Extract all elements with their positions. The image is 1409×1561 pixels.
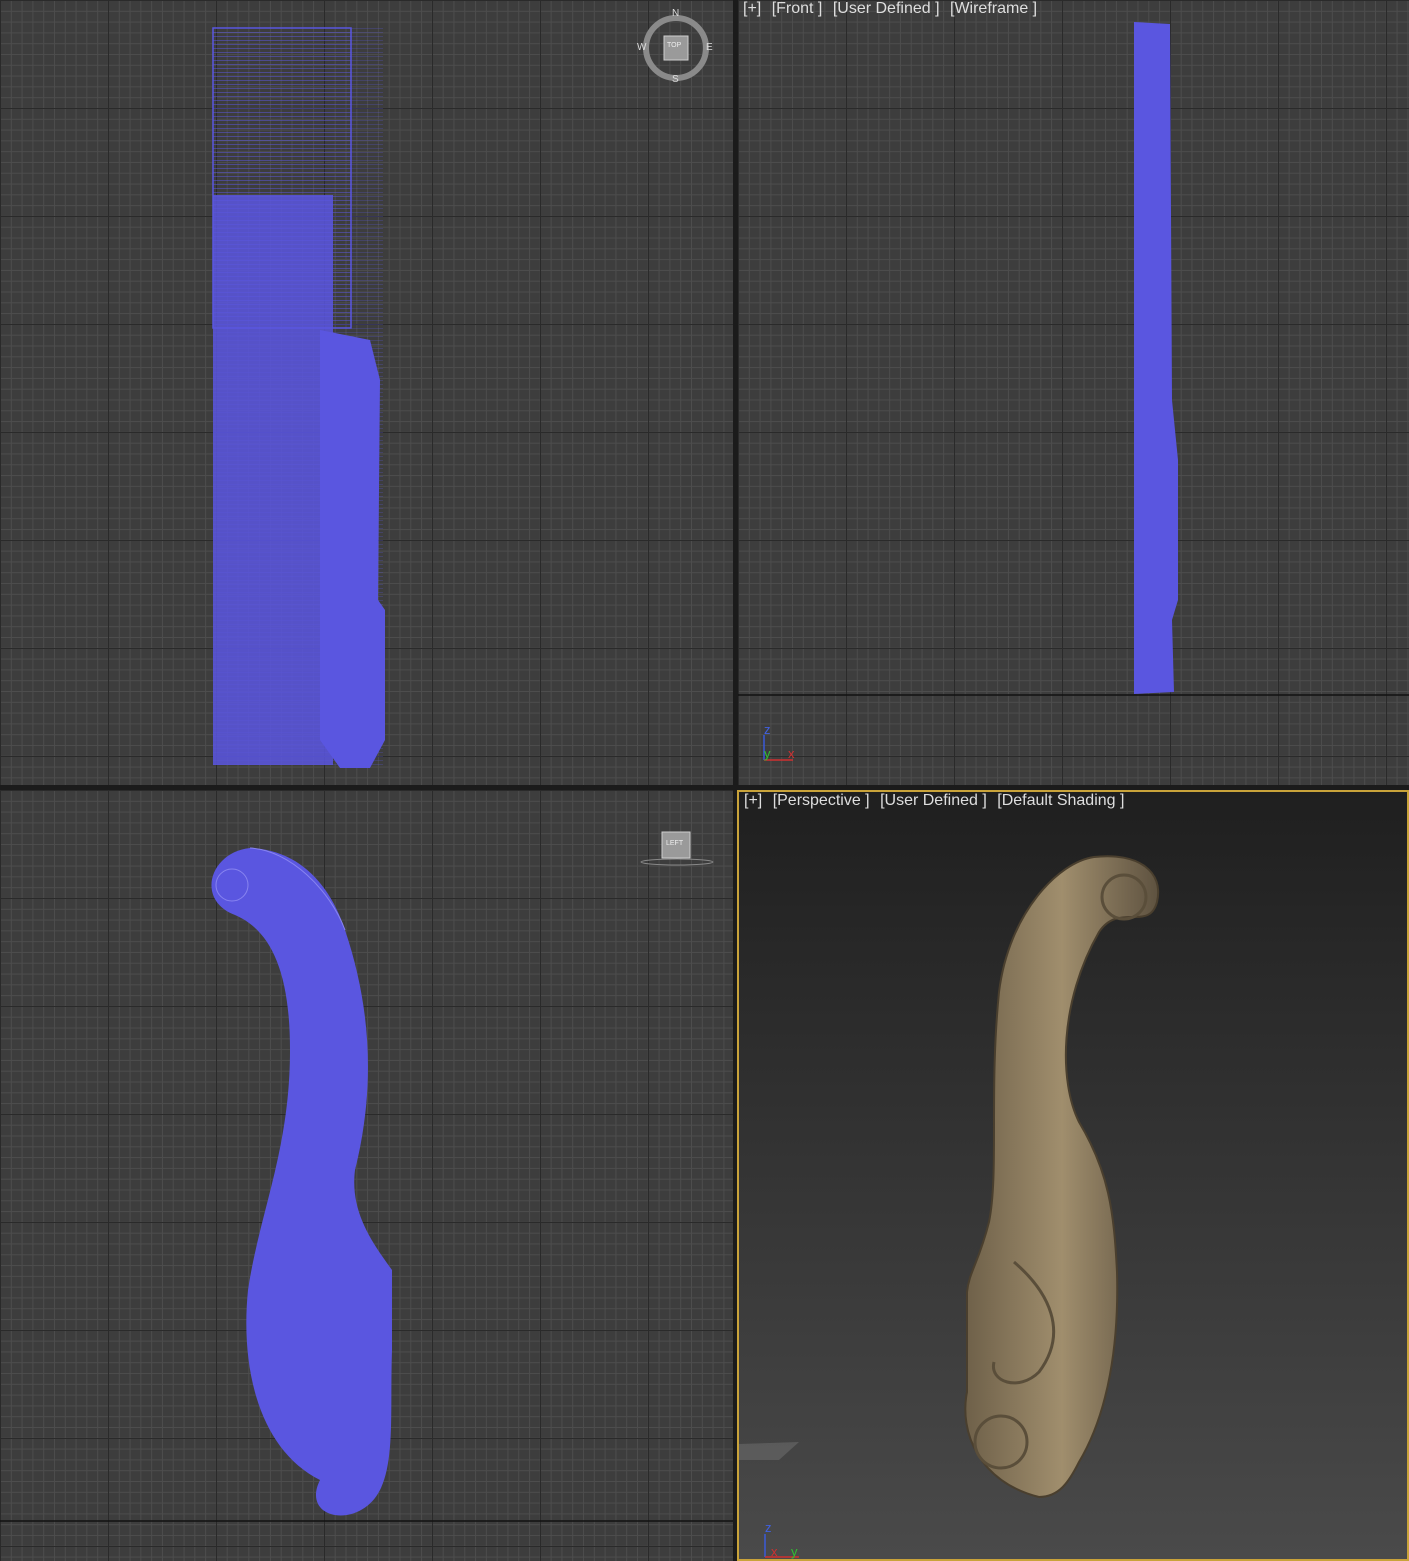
viewport-perspective[interactable]: [+] [Perspective ] [User Defined ] [Defa… bbox=[737, 790, 1409, 1561]
carved-leg bbox=[964, 855, 1160, 1499]
viewport-left[interactable]: LEFT bbox=[0, 790, 733, 1561]
wire-front-body bbox=[1134, 22, 1178, 694]
axis-z-label: z bbox=[764, 722, 771, 737]
top-wireframe-model[interactable] bbox=[0, 0, 733, 785]
grid-plane-gizmo bbox=[739, 1442, 799, 1460]
axis-x-label: x bbox=[771, 1544, 778, 1559]
axis-y-label: y bbox=[764, 746, 771, 761]
viewcube-face-label: LEFT bbox=[666, 840, 684, 847]
viewcube-left[interactable]: LEFT bbox=[640, 830, 714, 870]
wire-front-top bbox=[1136, 24, 1170, 84]
axis-y-label: y bbox=[791, 1544, 798, 1559]
viewcube-face-label: TOP bbox=[667, 42, 682, 49]
viewcube-top[interactable]: TOP N S E W bbox=[637, 8, 713, 85]
left-wireframe-model[interactable] bbox=[0, 790, 733, 1561]
viewport-top[interactable]: TOP N S E W bbox=[0, 0, 733, 785]
compass-east: E bbox=[706, 42, 713, 53]
front-wireframe-model[interactable] bbox=[738, 0, 1409, 785]
viewcube-ring bbox=[640, 858, 714, 866]
shaded-model[interactable] bbox=[739, 792, 1409, 1561]
compass-west: W bbox=[637, 42, 647, 53]
compass-south: S bbox=[672, 74, 679, 85]
axis-x-label: x bbox=[788, 746, 795, 761]
wire-left-profile bbox=[211, 848, 392, 1516]
compass-north: N bbox=[672, 8, 680, 19]
axis-z-label: z bbox=[765, 1520, 772, 1535]
viewport-front[interactable]: [+] [Front ] [User Defined ] [Wireframe … bbox=[738, 0, 1409, 785]
wire-overlay bbox=[213, 28, 383, 768]
